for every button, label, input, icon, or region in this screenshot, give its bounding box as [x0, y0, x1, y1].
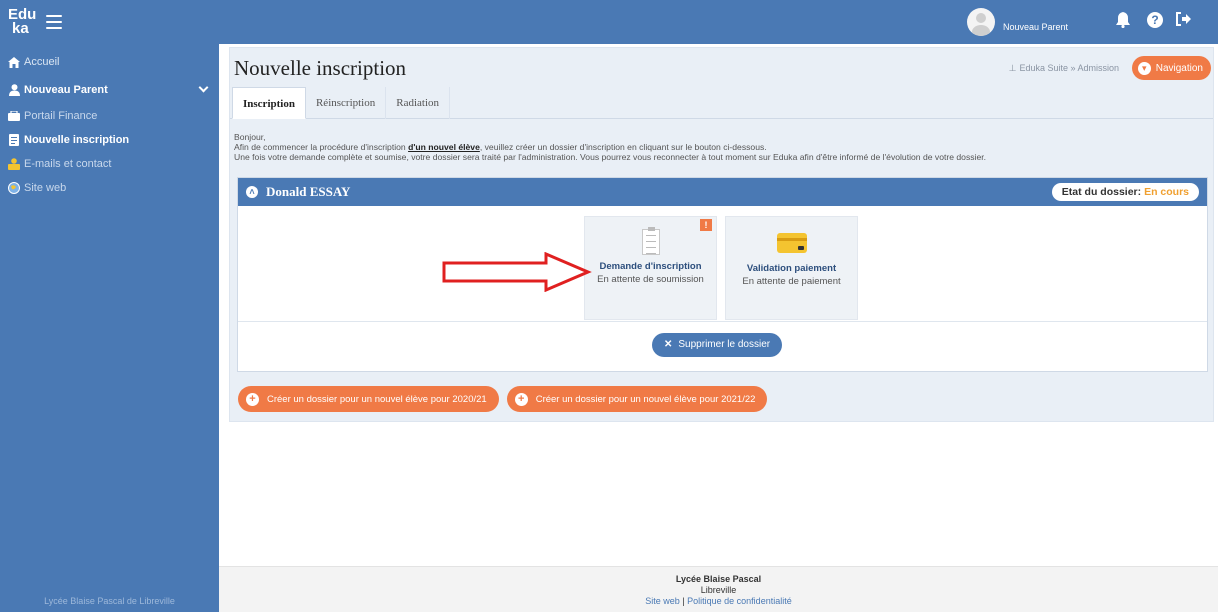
intro-line-3: Une fois votre demande complète et soumi…: [234, 152, 987, 162]
delete-label: Supprimer le dossier: [678, 339, 771, 350]
eduka-logo[interactable]: Edu ka: [8, 7, 44, 37]
user-menu[interactable]: Nouveau Parent: [967, 8, 1068, 36]
state-value: En cours: [1144, 186, 1189, 198]
navigation-button[interactable]: ▾ Navigation: [1131, 56, 1211, 80]
menu-toggle-icon[interactable]: [46, 15, 62, 29]
create-dossier-2021-button[interactable]: + Créer un dossier pour un nouvel élève …: [506, 386, 768, 412]
brand: Edu ka: [0, 0, 219, 44]
sidebar-item-nouveau-parent[interactable]: Nouveau Parent: [0, 78, 219, 102]
tab-reinscription[interactable]: Réinscription: [306, 87, 387, 119]
clipboard-icon: [641, 227, 660, 255]
dossier-box: ˄ Donald ESSAY Etat du dossier: En cours…: [237, 177, 1208, 372]
annotation-arrow-icon: [442, 252, 592, 292]
breadcrumb-text: Eduka Suite » Admission: [1019, 63, 1119, 73]
wallet-icon: [776, 233, 807, 253]
user-name: Nouveau Parent: [1003, 22, 1069, 32]
footer-links: Site web | Politique de confidentialité: [219, 596, 1218, 607]
chevron-up-icon[interactable]: ˄: [246, 186, 258, 198]
sidebar-nav: Accueil Nouveau Parent Portail Finance N…: [0, 44, 219, 200]
step-status: En attente de soumission: [597, 274, 704, 285]
finance-icon: [8, 110, 20, 122]
privacy-link[interactable]: Politique de confidentialité: [687, 596, 792, 606]
tabs: Inscription Réinscription Radiation: [230, 87, 1213, 119]
logout-icon[interactable]: [1176, 12, 1192, 31]
document-icon: [8, 134, 20, 146]
state-label: Etat du dossier:: [1061, 186, 1142, 198]
mail-icon: [8, 158, 20, 170]
plus-icon: +: [246, 392, 259, 406]
create-buttons: + Créer un dossier pour un nouvel élève …: [238, 386, 768, 412]
footer-city: Libreville: [700, 585, 737, 595]
sidebar-footer: Lycée Blaise Pascal de Libreville: [44, 596, 175, 606]
sidebar: Edu ka Accueil Nouveau Parent Portail Fi…: [0, 0, 219, 612]
topbar: Nouveau Parent ?: [219, 0, 1218, 44]
page-title: Nouvelle inscription: [234, 56, 407, 80]
plus-icon: +: [514, 392, 528, 406]
page-footer: Lycée Blaise Pascal Libreville Site web …: [219, 566, 1218, 612]
create-label: Créer un dossier pour un nouvel élève po…: [535, 393, 756, 405]
step-card-paiement[interactable]: Validation paiement En attente de paieme…: [725, 216, 858, 320]
help-icon[interactable]: ?: [1147, 12, 1163, 28]
student-name: Donald ESSAY: [266, 184, 351, 199]
intro-emphasis: d'un nouvel élève: [408, 142, 480, 152]
sidebar-item-label: E-mails et contact: [24, 158, 112, 170]
create-dossier-2020-button[interactable]: + Créer un dossier pour un nouvel élève …: [238, 386, 499, 412]
divider: [238, 321, 1207, 322]
sitemap-icon: ⊥: [1008, 63, 1017, 73]
sidebar-item-nouvelle-inscription[interactable]: Nouvelle inscription: [0, 128, 219, 152]
status-badge: Etat du dossier: En cours: [1051, 183, 1199, 201]
chevron-down-icon: [198, 82, 209, 93]
sidebar-item-label: Accueil: [24, 56, 60, 68]
step-title: Demande d'inscription: [599, 261, 702, 272]
globe-icon: [8, 182, 20, 194]
bell-icon[interactable]: [1116, 12, 1130, 33]
logo-line-2: ka: [12, 20, 29, 37]
user-icon: [8, 84, 20, 96]
intro-text: Bonjour, Afin de commencer la procédure …: [234, 132, 1204, 162]
delete-dossier-button[interactable]: ✕ Supprimer le dossier: [652, 333, 783, 357]
warning-badge: !: [700, 219, 712, 231]
main-panel: Nouvelle inscription ⊥ Eduka Suite » Admi…: [229, 47, 1214, 422]
main-content: Nouvelle inscription ⊥ Eduka Suite » Admi…: [219, 44, 1218, 566]
home-icon: [8, 56, 20, 68]
create-label: Créer un dossier pour un nouvel élève po…: [267, 393, 487, 405]
sidebar-item-label: Nouveau Parent: [24, 84, 108, 96]
close-icon: ✕: [664, 339, 673, 350]
intro-line-2a: Afin de commencer la procédure d'inscrip…: [234, 142, 409, 152]
sidebar-item-site-web[interactable]: Site web: [0, 176, 219, 200]
sidebar-item-label: Portail Finance: [24, 110, 98, 122]
sidebar-item-label: Nouvelle inscription: [24, 134, 130, 146]
step-status: En attente de paiement: [742, 276, 841, 287]
step-card-demande[interactable]: ! Demande d'inscription En attente de so…: [584, 216, 717, 320]
intro-line-2: Afin de commencer la procédure d'inscrip…: [234, 142, 1204, 152]
step-cards: ! Demande d'inscription En attente de so…: [584, 216, 858, 320]
navigation-label: Navigation: [1155, 62, 1203, 74]
intro-line-1: Bonjour,: [234, 132, 266, 142]
footer-school: Lycée Blaise Pascal: [675, 574, 762, 584]
breadcrumb[interactable]: ⊥ Eduka Suite » Admission: [1009, 63, 1119, 74]
sidebar-item-label: Site web: [24, 182, 67, 194]
sidebar-item-emails-contact[interactable]: E-mails et contact: [0, 152, 219, 176]
chevron-down-icon: ▾: [1137, 61, 1151, 75]
step-title: Validation paiement: [746, 263, 837, 274]
intro-line-2b: , veuillez créer un dossier d'inscriptio…: [479, 142, 767, 152]
sidebar-item-accueil[interactable]: Accueil: [0, 50, 219, 74]
site-web-link[interactable]: Site web: [645, 596, 680, 606]
tab-inscription[interactable]: Inscription: [232, 87, 306, 119]
avatar: [967, 8, 995, 36]
tab-radiation[interactable]: Radiation: [386, 87, 451, 119]
sidebar-item-portail-finance[interactable]: Portail Finance: [0, 104, 219, 128]
